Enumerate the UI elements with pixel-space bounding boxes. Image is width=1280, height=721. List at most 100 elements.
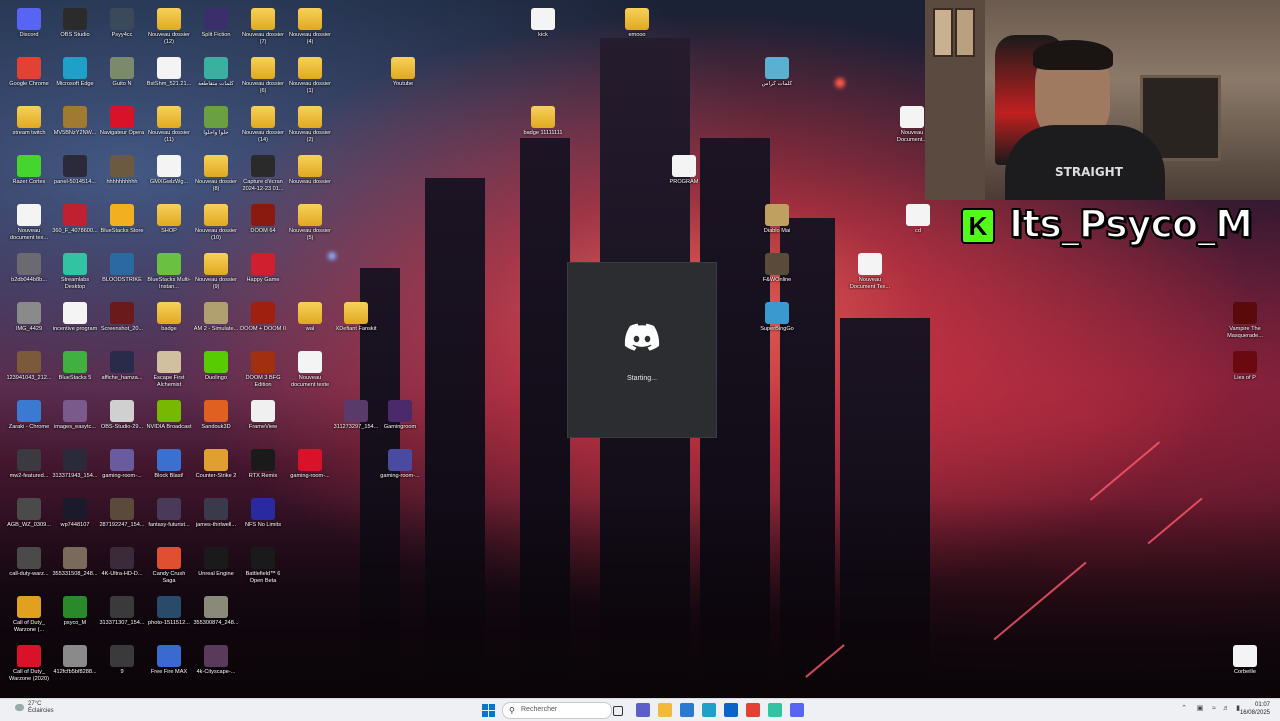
desktop-icon[interactable]: 313371943_154... xyxy=(52,449,98,480)
desktop-icon[interactable]: gaming-room-... xyxy=(287,449,333,480)
desktop-icon[interactable]: IMG_4429 xyxy=(6,302,52,333)
desktop-icon[interactable]: SHOP xyxy=(146,204,192,235)
desktop-icon[interactable]: Happy Game xyxy=(240,253,286,284)
desktop-icon[interactable]: Razer Cortex xyxy=(6,155,52,186)
file-explorer-icon[interactable] xyxy=(658,703,672,717)
desktop-icon[interactable]: Guito N xyxy=(99,57,145,88)
wifi-icon[interactable]: ≈ xyxy=(1210,705,1218,713)
edge-icon[interactable] xyxy=(702,703,716,717)
desktop-icon[interactable]: NVIDIA Broadcast xyxy=(146,400,192,431)
desktop-icon[interactable]: MV5BNzY2NW... xyxy=(52,106,98,137)
desktop-icon[interactable]: Lies of P xyxy=(1222,351,1268,382)
desktop-icon[interactable]: Block Blast! xyxy=(146,449,192,480)
desktop-icon[interactable]: Nouveau dossier (6) xyxy=(240,57,286,94)
task-view-icon[interactable] xyxy=(613,706,623,716)
desktop-icon[interactable]: Call of Duty_ Warzone (2020) xyxy=(6,645,52,682)
desktop-icon[interactable]: Nouveau dossier (2) xyxy=(287,106,333,143)
desktop-icon[interactable]: AM 2 - Simulate... xyxy=(193,302,239,333)
desktop-icon[interactable]: NFS No Limits xyxy=(240,498,286,529)
desktop-icon[interactable]: emooo xyxy=(614,8,660,39)
desktop-icon[interactable]: stream twitch xyxy=(6,106,52,137)
desktop-icon[interactable]: PROGRAM xyxy=(661,155,707,186)
desktop-icon[interactable]: Sandouk3D xyxy=(193,400,239,431)
desktop-icon[interactable]: OBS Studio xyxy=(52,8,98,39)
desktop-icon[interactable]: Navigateur Opera xyxy=(99,106,145,137)
desktop-icon[interactable]: b2db044b8b... xyxy=(6,253,52,284)
desktop-icon[interactable]: XDefiant Fanskit xyxy=(333,302,379,333)
desktop-icon[interactable]: incentive program xyxy=(52,302,98,333)
desktop-icon[interactable]: Nouveau dossier xyxy=(287,155,333,186)
desktop-icon[interactable]: Nouveau document texte xyxy=(287,351,333,388)
desktop-icon[interactable]: Nouveau dossier (5) xyxy=(287,204,333,241)
desktop-icon[interactable]: BLOODSTRIKE xyxy=(99,253,145,284)
start-icon[interactable] xyxy=(481,703,495,717)
desktop-icon[interactable]: GMXGwlzWg... xyxy=(146,155,192,186)
desktop-icon[interactable]: Streamlabs Desktop xyxy=(52,253,98,290)
desktop-icon[interactable]: Psyy4cc xyxy=(99,8,145,39)
desktop-icon[interactable]: Nouveau dossier (4) xyxy=(287,8,333,45)
desktop-icon[interactable]: Nouveau dossier (14) xyxy=(240,106,286,143)
desktop-icon[interactable]: Discord xyxy=(6,8,52,39)
desktop-icon[interactable]: badge xyxy=(146,302,192,333)
desktop-icon[interactable]: fantasy-futurist... xyxy=(146,498,192,529)
desktop-icon[interactable]: BlueStacks 5 xyxy=(52,351,98,382)
desktop-icon[interactable]: Battlefield™ 6 Open Beta xyxy=(240,547,286,584)
desktop-icon[interactable]: Free Fire MAX xyxy=(146,645,192,676)
desktop-icon[interactable]: 9 xyxy=(99,645,145,676)
desktop-icon[interactable]: Nouveau dossier (9) xyxy=(193,253,239,290)
desktop-icon[interactable]: 123941043_212... xyxy=(6,351,52,382)
desktop-icon[interactable]: Zaraki - Chrome xyxy=(6,400,52,431)
desktop-icon[interactable]: Duolingo xyxy=(193,351,239,382)
clock[interactable]: 01:07 16/08/2025 xyxy=(1240,701,1270,717)
desktop-icon[interactable]: Escape First Alchemist xyxy=(146,351,192,388)
desktop-icon[interactable]: Nouveau document tex... xyxy=(6,204,52,241)
store-icon[interactable] xyxy=(680,703,694,717)
desktop-icon[interactable]: mw2-featured... xyxy=(6,449,52,480)
desktop-icon[interactable]: psyco_M xyxy=(52,596,98,627)
desktop-icon[interactable]: Capture d'écran 2024-12-23 01... xyxy=(240,155,286,192)
desktop-icon[interactable]: BstShm_521.21... xyxy=(146,57,192,88)
desktop-icon[interactable]: james-thirlwell... xyxy=(193,498,239,529)
desktop-icon[interactable]: Corbeille xyxy=(1222,645,1268,676)
desktop-icon[interactable]: Gamingroom xyxy=(377,400,423,431)
desktop-icon[interactable]: 4K-Ultra-HD-D... xyxy=(99,547,145,578)
desktop-icon[interactable]: Microsoft Edge xyxy=(52,57,98,88)
desktop-icon[interactable]: حلوا واحلوا xyxy=(193,106,239,137)
desktop-icon[interactable]: wp7448107 xyxy=(52,498,98,529)
desktop-icon[interactable]: Vampire The Masquerade... xyxy=(1222,302,1268,339)
desktop-icon[interactable]: Diablo Mai xyxy=(754,204,800,235)
desktop-icon[interactable]: Unreal Engine xyxy=(193,547,239,578)
teams-icon[interactable] xyxy=(636,703,650,717)
desktop-icon[interactable]: panel-5014514... xyxy=(52,155,98,186)
desktop-icon[interactable]: BlueStacks Store xyxy=(99,204,145,235)
discord-icon[interactable] xyxy=(790,703,804,717)
desktop-icon[interactable]: images_easytc... xyxy=(52,400,98,431)
desktop-icon[interactable]: call-duty-warz... xyxy=(6,547,52,578)
desktop-icon[interactable]: AGB_WZ_0309... xyxy=(6,498,52,529)
desktop-icon[interactable]: Nouveau dossier (10) xyxy=(193,204,239,241)
desktop-icon[interactable]: FrameView xyxy=(240,400,286,431)
mail-icon[interactable] xyxy=(724,703,738,717)
desktop-icon[interactable]: 311273297_154... xyxy=(333,400,379,431)
desktop-icon[interactable]: Split Fiction xyxy=(193,8,239,39)
desktop-icon[interactable]: SuperBingGo xyxy=(754,302,800,333)
desktop-icon[interactable]: cd xyxy=(895,204,941,235)
desktop-icon[interactable]: كلمات متقاطعة xyxy=(193,57,239,88)
desktop-icon[interactable]: OBS-Studio-29... xyxy=(99,400,145,431)
desktop-icon[interactable]: affiche_hamza... xyxy=(99,351,145,382)
desktop-icon[interactable]: Nouveau dossier (7) xyxy=(240,8,286,45)
chrome-icon[interactable] xyxy=(746,703,760,717)
desktop-icon[interactable]: 287192247_154... xyxy=(99,498,145,529)
network-icon[interactable]: ▣ xyxy=(1196,705,1204,713)
desktop-icon[interactable]: RTX Remix xyxy=(240,449,286,480)
desktop-icon[interactable]: wal xyxy=(287,302,333,333)
desktop-icon[interactable]: gaming-room-... xyxy=(377,449,423,480)
desktop-icon[interactable]: photo-1511512... xyxy=(146,596,192,627)
desktop-icon[interactable]: Google Chrome xyxy=(6,57,52,88)
desktop-icon[interactable]: badge 11111111 xyxy=(520,106,566,137)
volume-icon[interactable]: ♬ xyxy=(1222,705,1230,713)
desktop-icon[interactable]: 412fcfb5bf8288... xyxy=(52,645,98,676)
desktop-icon[interactable]: Nouveau dossier (12) xyxy=(146,8,192,45)
desktop-icon[interactable]: DOOM 3 BFG Edition xyxy=(240,351,286,388)
desktop-icon[interactable]: Candy Crush Saga xyxy=(146,547,192,584)
